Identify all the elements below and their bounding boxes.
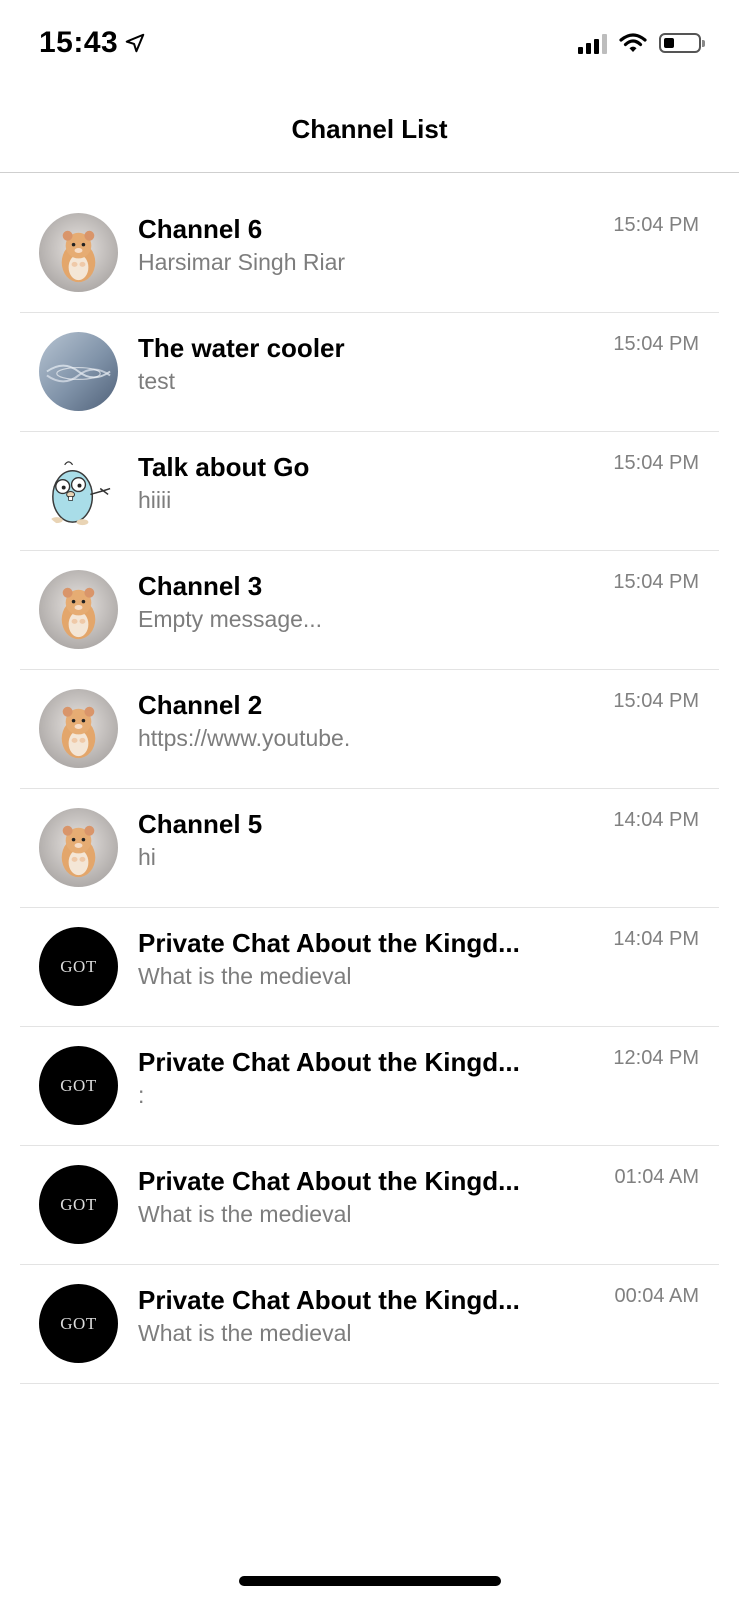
channel-name: The water cooler <box>138 333 345 363</box>
status-time: 15:43 <box>39 26 146 60</box>
channel-avatar <box>39 332 118 411</box>
channel-name: Channel 6 <box>138 214 263 244</box>
home-indicator[interactable] <box>239 1576 501 1586</box>
channel-avatar <box>39 213 118 292</box>
hamster-avatar-icon <box>39 213 118 292</box>
channel-row[interactable]: GOT Private Chat About the Kingd... What i… <box>20 908 719 1027</box>
hamster-avatar-icon <box>39 689 118 768</box>
water-avatar-icon <box>39 332 118 411</box>
channel-avatar: GOT <box>39 1284 118 1363</box>
battery-icon <box>659 33 705 53</box>
channel-timestamp: 15:04 PM <box>613 452 699 474</box>
channel-row[interactable]: The water cooler test 15:04 PM <box>20 313 719 432</box>
channel-timestamp: 12:04 PM <box>613 1047 699 1069</box>
channel-timestamp: 01:04 AM <box>614 1166 699 1188</box>
channel-last-message: hi <box>138 844 156 870</box>
channel-last-message: : <box>138 1082 145 1108</box>
channel-last-message: What is the medieval <box>138 1320 352 1346</box>
channel-name: Talk about Go <box>138 452 310 482</box>
channel-name: Channel 5 <box>138 809 263 839</box>
channel-row[interactable]: Talk about Go hiiii 15:04 PM <box>20 432 719 551</box>
channel-name: Private Chat About the Kingd... <box>138 1047 520 1077</box>
channel-last-message: Empty message... <box>138 606 323 632</box>
channel-row[interactable]: Channel 6 Harsimar Singh Riar 15:04 PM <box>20 194 719 313</box>
channel-last-message: Harsimar Singh Riar <box>138 249 346 275</box>
channel-last-message: What is the medieval <box>138 963 352 989</box>
channel-avatar: GOT <box>39 1046 118 1125</box>
wifi-icon <box>619 33 647 52</box>
channel-last-message: What is the medieval <box>138 1201 352 1227</box>
battery-fill <box>664 38 674 48</box>
channel-avatar <box>39 808 118 887</box>
status-icons <box>578 32 705 54</box>
got-logo-text: GOT <box>60 1194 97 1214</box>
channel-row[interactable]: Channel 2 https://www.youtube. 15:04 PM <box>20 670 719 789</box>
got-logo-text: GOT <box>60 1075 97 1095</box>
cellular-signal-icon <box>578 32 607 54</box>
channel-name: Private Chat About the Kingd... <box>138 1285 520 1315</box>
status-time-text: 15:43 <box>39 26 119 59</box>
hamster-avatar-icon <box>39 808 118 887</box>
gopher-avatar-icon <box>39 451 118 530</box>
channel-avatar <box>39 451 118 530</box>
channel-list: Channel 6 Harsimar Singh Riar 15:04 PM The… <box>20 194 719 1384</box>
channel-row[interactable]: GOT Private Chat About the Kingd... What i… <box>20 1265 719 1384</box>
channel-last-message: test <box>138 368 176 394</box>
page-title: Channel List <box>291 113 448 144</box>
channel-last-message: https://www.youtube. <box>138 725 351 751</box>
hamster-avatar-icon <box>39 570 118 649</box>
status-bar: 15:43 <box>0 0 739 90</box>
channel-timestamp: 15:04 PM <box>613 571 699 593</box>
got-logo-text: GOT <box>60 1313 97 1333</box>
channel-timestamp: 15:04 PM <box>613 333 699 355</box>
location-arrow-icon <box>125 33 145 53</box>
channel-timestamp: 15:04 PM <box>613 690 699 712</box>
got-logo-text: GOT <box>60 956 97 976</box>
channel-row[interactable]: Channel 5 hi 14:04 PM <box>20 789 719 908</box>
channel-name: Private Chat About the Kingd... <box>138 1166 520 1196</box>
channel-row[interactable]: Channel 3 Empty message... 15:04 PM <box>20 551 719 670</box>
channel-avatar: GOT <box>39 1165 118 1244</box>
channel-avatar <box>39 689 118 768</box>
channel-timestamp: 15:04 PM <box>613 214 699 236</box>
channel-name: Channel 3 <box>138 571 263 601</box>
channel-timestamp: 00:04 AM <box>614 1285 699 1307</box>
channel-timestamp: 14:04 PM <box>613 928 699 950</box>
channel-timestamp: 14:04 PM <box>613 809 699 831</box>
channel-avatar <box>39 570 118 649</box>
channel-name: Channel 2 <box>138 690 263 720</box>
channel-avatar: GOT <box>39 927 118 1006</box>
channel-last-message: hiiii <box>138 487 172 513</box>
navigation-bar: Channel List <box>0 90 739 173</box>
channel-row[interactable]: GOT Private Chat About the Kingd...: 12:04… <box>20 1027 719 1146</box>
channel-row[interactable]: GOT Private Chat About the Kingd... What i… <box>20 1146 719 1265</box>
channel-name: Private Chat About the Kingd... <box>138 928 520 958</box>
